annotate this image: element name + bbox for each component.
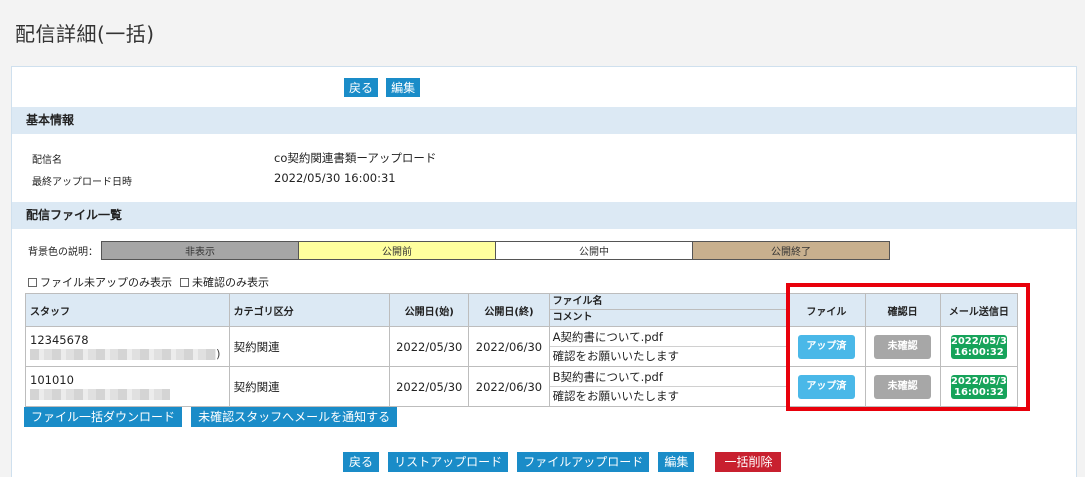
col-category: カテゴリ区分 (228, 293, 391, 327)
mail-sent-time: 16:00:32 (953, 346, 1004, 358)
mail-sent-badge: 2022/05/30 16:00:32 (950, 374, 1014, 399)
staff-id: 101010 (30, 372, 74, 387)
top-button-group: 戻る 編集 (344, 78, 421, 97)
staff-name-suffix: ) (216, 346, 221, 361)
distribution-name-label: 配信名 (32, 155, 62, 166)
file-status-cell: アップ済 (787, 366, 866, 407)
col-mail-sent: メール送信日 (939, 293, 1019, 327)
staff-name-redacted: ) (30, 347, 225, 361)
mail-sent-badge: 2022/05/30 16:00:32 (950, 334, 1014, 359)
table-row: 101010 契約関連 2022/05/30 2022/06/30 B契約書につ… (25, 366, 1019, 407)
filter-not-uploaded-checkbox[interactable] (28, 277, 37, 287)
unconfirmed-badge: 未確認 (874, 334, 932, 359)
file-comment: 確認をお願いいたします (552, 389, 680, 403)
col-comment: コメント (552, 312, 593, 323)
unconfirmed-badge: 未確認 (874, 374, 932, 399)
mail-sent-date: 2022/05/30 (950, 335, 1014, 347)
file-table: スタッフ カテゴリ区分 公開日(始) 公開日(終) ファイル名 コメント ファイ… (25, 293, 1019, 407)
redacted-name (30, 348, 216, 360)
category-cell: 契約関連 (228, 366, 391, 407)
file-comment: 確認をお願いいたします (552, 349, 680, 363)
file-status-cell: アップ済 (787, 326, 866, 367)
legend-before-publish: 公開前 (298, 241, 496, 260)
mail-sent-cell: 2022/05/30 16:00:32 (939, 326, 1019, 367)
back-button[interactable]: 戻る (344, 78, 379, 97)
col-confirm-date: 確認日 (864, 293, 941, 327)
uploaded-button[interactable]: アップ済 (797, 334, 855, 359)
file-list-heading: 配信ファイル一覧 (12, 202, 1076, 229)
col-open-start: 公開日(始) (389, 293, 470, 327)
filter-unconfirmed-label: 未確認のみ表示 (192, 276, 269, 289)
notify-unconfirmed-button[interactable]: 未確認スタッフへメールを通知する (191, 407, 398, 427)
filter-not-uploaded-label: ファイル未アップのみ表示 (40, 276, 172, 289)
mail-sent-date: 2022/05/30 (950, 375, 1014, 387)
col-file-name-comment: ファイル名 コメント (548, 293, 789, 327)
last-upload-label: 最終アップロード日時 (32, 177, 132, 188)
legend-publishing: 公開中 (495, 241, 693, 260)
mail-sent-time: 16:00:32 (953, 386, 1004, 398)
download-all-button[interactable]: ファイル一括ダウンロード (24, 407, 183, 427)
open-end-cell: 2022/06/30 (468, 366, 550, 407)
edit-button[interactable]: 編集 (386, 78, 421, 97)
list-upload-button[interactable]: リストアップロード (388, 452, 509, 472)
mail-sent-cell: 2022/05/30 16:00:32 (939, 366, 1019, 407)
table-header-row: スタッフ カテゴリ区分 公開日(始) 公開日(終) ファイル名 コメント ファイ… (25, 293, 1019, 327)
delete-all-button[interactable]: 一括削除 (715, 452, 782, 472)
col-file: ファイル (787, 293, 866, 327)
last-upload-value: 2022/05/30 16:00:31 (274, 171, 396, 185)
detail-panel: 戻る 編集 基本情報 配信名 co契約関連書類ーアップロード 最終アップロード日… (11, 66, 1077, 477)
staff-id: 12345678 (30, 332, 89, 347)
confirm-status-cell: 未確認 (864, 366, 941, 407)
legend-publish-ended: 公開終了 (692, 241, 890, 260)
file-upload-button[interactable]: ファイルアップロード (517, 452, 650, 472)
basic-info-heading: 基本情報 (12, 107, 1076, 134)
filter-unconfirmed[interactable]: 未確認のみ表示 (180, 274, 269, 290)
confirm-status-cell: 未確認 (864, 326, 941, 367)
col-open-end: 公開日(終) (468, 293, 550, 327)
legend-hidden: 非表示 (101, 241, 299, 260)
filter-not-uploaded[interactable]: ファイル未アップのみ表示 (28, 274, 172, 290)
file-name[interactable]: A契約書について.pdf (549, 327, 788, 347)
staff-cell: 101010 (25, 366, 230, 407)
legend-label: 背景色の説明： (28, 247, 98, 258)
open-start-cell: 2022/05/30 (389, 366, 470, 407)
category-cell: 契約関連 (228, 326, 391, 367)
page-title: 配信詳細(一括) (15, 22, 155, 46)
file-name-comment-cell: A契約書について.pdf 確認をお願いいたします (548, 326, 789, 367)
open-end-cell: 2022/06/30 (468, 326, 550, 367)
col-file-name: ファイル名 (549, 294, 788, 310)
redacted-name (30, 388, 170, 400)
file-name-comment-cell: B契約書について.pdf 確認をお願いいたします (548, 366, 789, 407)
distribution-name-value: co契約関連書類ーアップロード (274, 151, 437, 165)
table-row: 12345678 ) 契約関連 2022/05/30 2022/06/30 A契… (25, 326, 1019, 367)
back-button-bottom[interactable]: 戻る (343, 452, 380, 472)
staff-name-redacted (30, 387, 225, 401)
background-legend: 背景色の説明： 非表示 公開前 公開中 公開終了 (28, 241, 890, 260)
open-start-cell: 2022/05/30 (389, 326, 470, 367)
col-staff: スタッフ (25, 293, 230, 327)
edit-button-bottom[interactable]: 編集 (658, 452, 695, 472)
file-name[interactable]: B契約書について.pdf (549, 367, 788, 387)
bottom-button-group: 戻る リストアップロード ファイルアップロード 編集 一括削除 (343, 452, 785, 472)
staff-cell: 12345678 ) (25, 326, 230, 367)
filter-options: ファイル未アップのみ表示 未確認のみ表示 (28, 274, 277, 290)
bulk-button-group: ファイル一括ダウンロード 未確認スタッフへメールを通知する (24, 407, 401, 427)
uploaded-button[interactable]: アップ済 (797, 374, 855, 399)
filter-unconfirmed-checkbox[interactable] (180, 277, 189, 287)
